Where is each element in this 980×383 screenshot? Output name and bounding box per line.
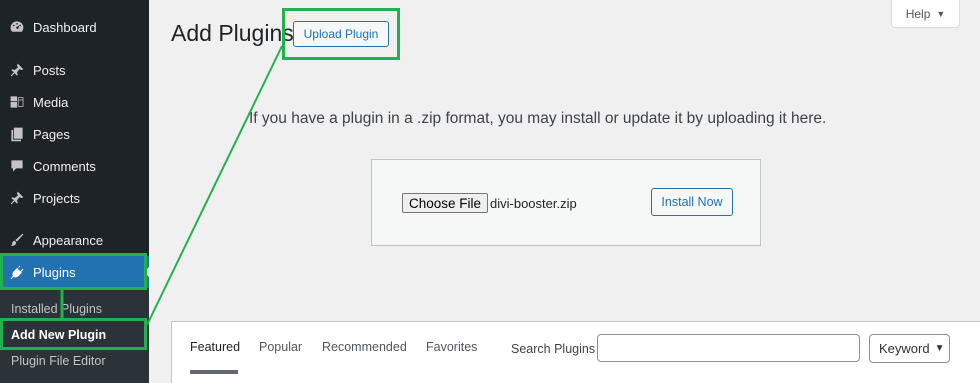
sidebar-item-label: Media bbox=[33, 94, 69, 110]
sidebar-item-media[interactable]: Media bbox=[0, 86, 149, 118]
pin-icon bbox=[9, 62, 25, 78]
search-plugins-label: Search Plugins bbox=[511, 342, 596, 356]
media-icon bbox=[9, 94, 25, 110]
tab-popular[interactable]: Popular bbox=[259, 340, 302, 354]
highlight-add-new-plugin bbox=[0, 318, 147, 350]
sidebar-item-label: Comments bbox=[33, 158, 96, 174]
tab-featured[interactable]: Featured bbox=[190, 340, 240, 354]
pages-icon bbox=[9, 126, 25, 142]
choose-file-button[interactable]: Choose File bbox=[402, 193, 489, 213]
highlight-plugins-menu bbox=[0, 253, 147, 290]
sidebar-item-pages[interactable]: Pages bbox=[0, 118, 149, 150]
active-tab-indicator bbox=[190, 370, 238, 374]
submenu-item-plugin-file-editor[interactable]: Plugin File Editor bbox=[11, 354, 106, 368]
search-type-select[interactable]: Keyword ▼ bbox=[869, 334, 950, 363]
install-now-button[interactable]: Install Now bbox=[651, 188, 733, 216]
sidebar-item-projects[interactable]: Projects bbox=[0, 182, 149, 214]
sidebar-item-label: Projects bbox=[33, 190, 80, 206]
selected-file-name: divi-booster.zip bbox=[490, 196, 577, 211]
help-label: Help bbox=[905, 6, 931, 21]
tab-recommended[interactable]: Recommended bbox=[322, 340, 407, 354]
page-title: Add Plugins bbox=[171, 20, 294, 46]
comment-icon bbox=[9, 158, 25, 174]
brush-icon bbox=[9, 232, 25, 248]
submenu-item-installed-plugins[interactable]: Installed Plugins bbox=[11, 302, 102, 316]
caret-down-icon: ▼ bbox=[936, 8, 946, 19]
highlight-upload-plugin bbox=[282, 8, 400, 60]
help-button[interactable]: Help ▼ bbox=[891, 0, 960, 28]
sidebar-item-dashboard[interactable]: Dashboard bbox=[0, 11, 149, 43]
sidebar-item-appearance[interactable]: Appearance bbox=[0, 224, 149, 256]
annotation-line bbox=[146, 45, 283, 326]
search-plugins-input[interactable] bbox=[597, 334, 860, 362]
sidebar-item-comments[interactable]: Comments bbox=[0, 150, 149, 182]
dashboard-icon bbox=[9, 19, 25, 35]
select-value: Keyword bbox=[879, 341, 930, 356]
sidebar-item-label: Posts bbox=[33, 62, 66, 78]
sidebar-item-posts[interactable]: Posts bbox=[0, 54, 149, 86]
sidebar-item-label: Dashboard bbox=[33, 19, 97, 35]
upload-description: If you have a plugin in a .zip format, y… bbox=[249, 110, 827, 127]
tab-favorites[interactable]: Favorites bbox=[426, 340, 477, 354]
pin-icon bbox=[9, 190, 25, 206]
sidebar-item-label: Appearance bbox=[33, 232, 104, 248]
sidebar-item-label: Pages bbox=[33, 126, 70, 142]
chevron-down-icon: ▼ bbox=[934, 343, 945, 354]
